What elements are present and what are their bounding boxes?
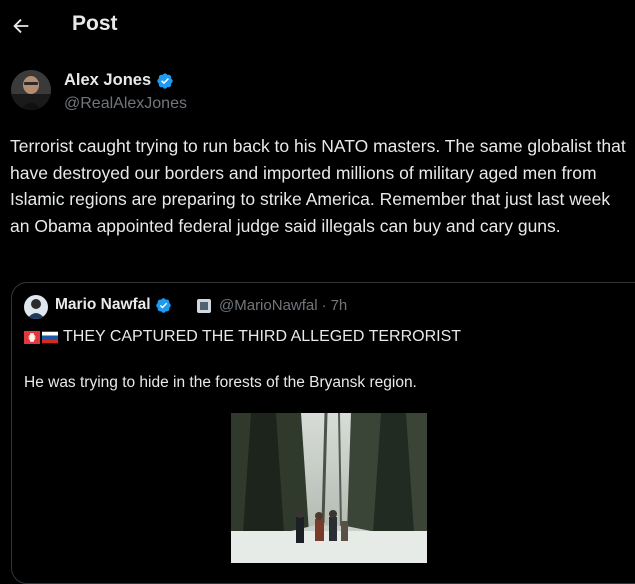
meta-separator: · bbox=[321, 297, 327, 314]
arrow-left-icon bbox=[13, 18, 29, 34]
top-bar: Post bbox=[0, 0, 635, 56]
author-name-text: Alex Jones bbox=[64, 71, 152, 89]
quote-time[interactable]: 7h bbox=[331, 297, 348, 314]
russian-flag-icon bbox=[42, 331, 58, 343]
quote-headline-text: THEY CAPTURED THE THIRD ALLEGED TERRORIS… bbox=[63, 328, 462, 345]
post-text: Terrorist caught trying to run back to h… bbox=[10, 136, 626, 236]
quoted-post[interactable]: Mario Nawfal @MarioNawfal · 7h THEY CAPT… bbox=[11, 282, 635, 584]
verified-badge-icon bbox=[157, 72, 173, 89]
author-handle[interactable]: @RealAlexJones bbox=[64, 95, 187, 113]
quote-video-thumbnail[interactable] bbox=[231, 413, 427, 563]
page-title: Post bbox=[72, 12, 118, 35]
quote-meta: @MarioNawfal · 7h bbox=[197, 297, 347, 314]
quote-body: He was trying to hide in the forests of … bbox=[24, 374, 417, 391]
quote-avatar bbox=[24, 295, 48, 319]
verified-badge-icon bbox=[155, 297, 171, 313]
affiliation-badge-icon bbox=[197, 298, 211, 313]
forest-scene-image bbox=[231, 413, 427, 563]
quote-headline: THEY CAPTURED THE THIRD ALLEGED TERRORIS… bbox=[24, 328, 461, 346]
avatar[interactable] bbox=[11, 70, 51, 110]
siren-flag-icon bbox=[24, 330, 40, 344]
quote-author-name-text: Mario Nawfal bbox=[55, 296, 151, 313]
quote-author-handle[interactable]: @MarioNawfal bbox=[219, 297, 318, 314]
back-button[interactable] bbox=[6, 11, 36, 41]
quote-author-name[interactable]: Mario Nawfal bbox=[55, 296, 172, 314]
author-name[interactable]: Alex Jones bbox=[64, 71, 174, 90]
